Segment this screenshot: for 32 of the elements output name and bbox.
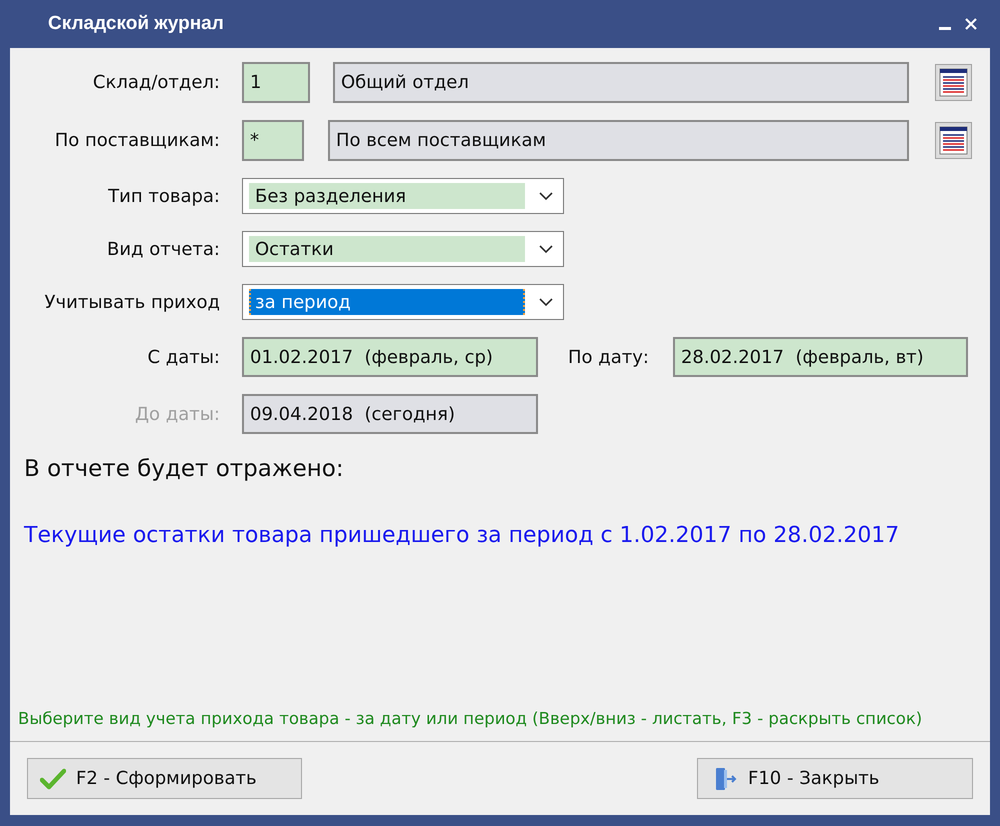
generate-button[interactable]: F2 - Сформировать — [27, 758, 302, 799]
field-label: По поставщикам: — [54, 130, 220, 151]
date-field[interactable]: 28.02.2017 (февраль, вт) — [672, 337, 968, 377]
field-label: Учитывать приход — [44, 292, 220, 312]
list-icon[interactable] — [935, 122, 972, 159]
dropdown[interactable]: Без разделения — [242, 178, 564, 214]
name-field: По всем поставщикам — [328, 120, 909, 161]
code-field[interactable]: 1 — [242, 62, 310, 103]
window-title: Складской журнал — [48, 13, 225, 35]
exit-door-icon — [714, 766, 738, 792]
summary-text: Текущие остатки товара пришедшего за период с 1.02.2017 по 28.02.2017 — [24, 522, 900, 550]
field-label: Тип товара: — [107, 186, 220, 206]
field-label: По дату: — [568, 346, 649, 368]
field-label: До даты: — [134, 404, 220, 424]
checkmark-icon — [40, 768, 66, 790]
name-field: Общий отдел — [333, 62, 909, 103]
chevron-down-icon[interactable] — [539, 298, 553, 306]
dropdown[interactable]: Остатки — [242, 231, 564, 267]
summary-heading: В отчете будет отражено: — [24, 456, 345, 482]
date-field: 09.04.2018 (сегодня) — [242, 394, 538, 434]
field-label: Вид отчета: — [106, 238, 220, 260]
dropdown[interactable]: за период — [242, 284, 564, 320]
close-icon[interactable] — [964, 17, 978, 31]
chevron-down-icon[interactable] — [539, 244, 553, 254]
chevron-down-icon[interactable] — [539, 192, 553, 200]
hint-text: Выберите вид учета прихода товара - за дату или период (Вверх/вниз - листать, F3 - раскрыть список) — [17, 708, 924, 730]
close-button[interactable]: F10 - Закрыть — [697, 758, 973, 799]
code-field[interactable]: * — [242, 120, 304, 161]
field-label: Склад/отдел: — [92, 72, 220, 93]
field-label: С даты: — [146, 346, 220, 368]
list-icon[interactable] — [935, 64, 972, 101]
date-field[interactable]: 01.02.2017 (февраль, ср) — [242, 337, 538, 377]
